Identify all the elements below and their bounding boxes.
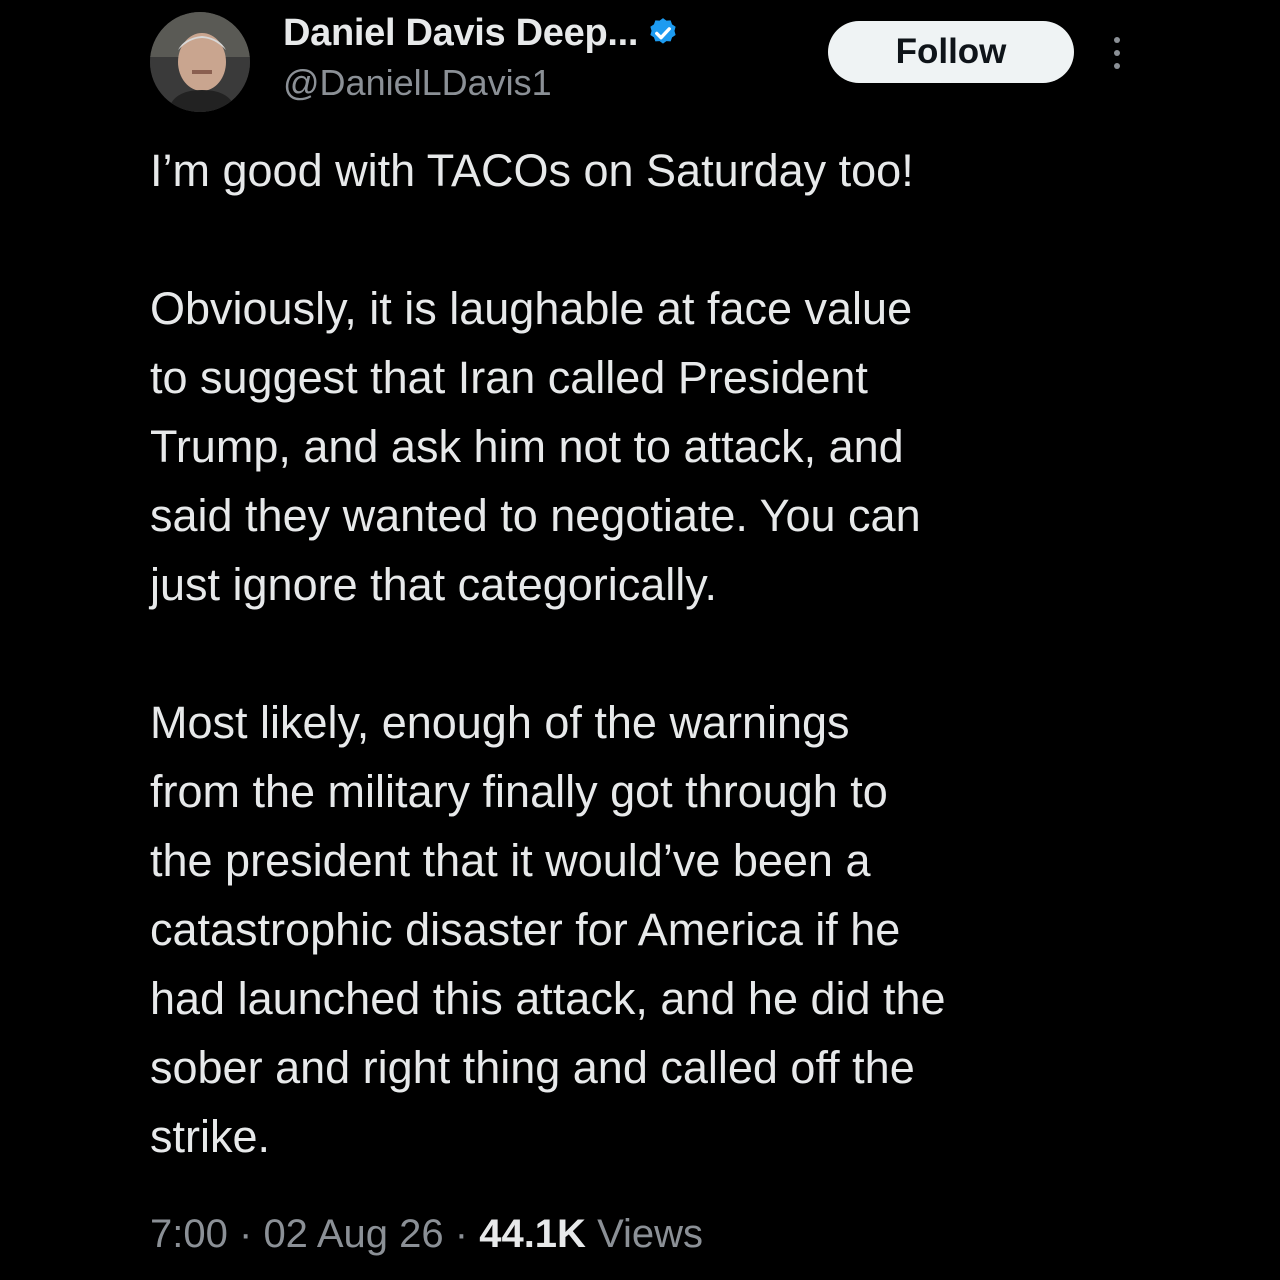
tweet-paragraph-1: I’m good with TACOs on Saturday too! — [150, 145, 914, 196]
tweet-time[interactable]: 7:00 — [150, 1212, 228, 1256]
tweet-card: Daniel Davis Deep... @DanielLDavis1 Foll… — [0, 0, 1280, 1280]
avatar[interactable] — [150, 12, 250, 112]
author-display-name[interactable]: Daniel Davis Deep... — [283, 12, 638, 55]
author-name-row: Daniel Davis Deep... — [283, 10, 680, 56]
avatar-photo — [150, 12, 250, 112]
meta-separator: · — [238, 1212, 253, 1256]
more-vertical-icon[interactable] — [1102, 32, 1132, 74]
tweet-paragraph-2: Obviously, it is laughable at face value… — [150, 283, 921, 610]
views-label: Views — [597, 1212, 704, 1256]
tweet-paragraph-3: Most likely, enough of the warnings from… — [150, 697, 946, 1162]
follow-button[interactable]: Follow — [828, 21, 1074, 83]
views-count: 44.1K — [479, 1212, 586, 1256]
author-handle[interactable]: @DanielLDavis1 — [283, 62, 552, 104]
tweet-meta: 7:00 · 02 Aug 26 · 44.1K Views — [150, 1212, 703, 1257]
verified-badge-icon — [650, 18, 676, 44]
tweet-text: I’m good with TACOs on Saturday too! Obv… — [150, 136, 1160, 1171]
tweet-date[interactable]: 02 Aug 26 — [263, 1212, 443, 1256]
meta-separator: · — [454, 1212, 469, 1256]
